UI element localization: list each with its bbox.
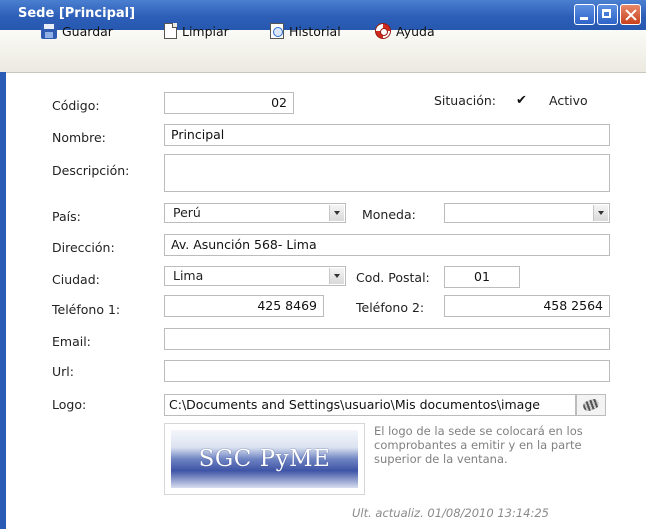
save-icon	[41, 23, 57, 39]
descripcion-label: Descripción:	[52, 163, 130, 178]
pais-label: País:	[52, 209, 81, 224]
ciudad-select[interactable]: Lima	[164, 266, 346, 286]
logo-label: Logo:	[52, 397, 87, 412]
nombre-label: Nombre:	[52, 130, 106, 145]
help-label: Ayuda	[396, 23, 435, 39]
email-label: Email:	[52, 334, 91, 349]
email-input[interactable]	[164, 328, 610, 350]
moneda-select[interactable]	[444, 203, 610, 223]
clear-label: Limpiar	[182, 23, 229, 39]
situacion-label: Situación:	[434, 93, 497, 108]
chevron-down-icon[interactable]	[329, 268, 344, 284]
last-updated: Ult. actualiz. 01/08/2010 13:14:25	[352, 506, 549, 520]
telefono2-input[interactable]: 458 2564	[444, 295, 610, 317]
browse-icon[interactable]	[576, 394, 606, 416]
codigo-input[interactable]: 02	[164, 92, 294, 114]
descripcion-input[interactable]	[164, 154, 610, 192]
window-left-border	[0, 72, 6, 529]
ciudad-label: Ciudad:	[52, 272, 100, 287]
ciudad-value: Lima	[173, 268, 204, 283]
direccion-input[interactable]: Av. Asunción 568- Lima	[164, 234, 610, 256]
pais-select[interactable]: Perú	[164, 203, 346, 223]
history-icon	[270, 23, 284, 39]
logo-text: SGC PyME	[198, 446, 331, 472]
telefono1-label: Teléfono 1:	[52, 302, 121, 317]
logo-image: SGC PyME	[171, 430, 358, 488]
url-label: Url:	[52, 364, 74, 379]
pais-value: Perú	[173, 205, 201, 220]
logo-preview: SGC PyME	[164, 423, 365, 495]
chevron-down-icon[interactable]	[329, 205, 344, 221]
close-button[interactable]	[620, 4, 641, 25]
telefono1-input[interactable]: 425 8469	[164, 295, 324, 317]
save-button[interactable]: Guardar	[41, 22, 113, 40]
minimize-button[interactable]	[574, 4, 595, 25]
help-button[interactable]: Ayuda	[375, 22, 435, 40]
cod-postal-label: Cod. Postal:	[356, 270, 430, 285]
activo-checkbox[interactable]: ✔	[516, 94, 528, 107]
telefono2-label: Teléfono 2:	[356, 300, 425, 315]
url-input[interactable]	[164, 360, 610, 382]
window-title: Sede [Principal]	[18, 6, 136, 21]
direccion-label: Dirección:	[52, 240, 115, 255]
history-button[interactable]: Historial	[270, 22, 341, 40]
history-label: Historial	[289, 23, 341, 39]
cod-postal-input[interactable]: 01	[444, 266, 520, 288]
chevron-down-icon[interactable]	[593, 205, 608, 221]
logo-path-input[interactable]: C:\Documents and Settings\usuario\Mis do…	[164, 394, 576, 416]
nombre-input[interactable]: Principal	[164, 124, 610, 146]
sede-window: Sede [Principal] Guardar Limpiar Histori…	[0, 0, 646, 529]
blank-page-icon	[164, 23, 177, 39]
maximize-button[interactable]	[597, 4, 618, 25]
lifebuoy-icon	[375, 23, 391, 39]
toolbar: Guardar Limpiar Historial Ayuda	[0, 23, 646, 73]
moneda-label: Moneda:	[362, 207, 416, 222]
logo-hint: El logo de la sede se colocará en los co…	[374, 424, 583, 466]
activo-label: Activo	[549, 93, 588, 108]
clear-button[interactable]: Limpiar	[164, 22, 229, 40]
save-label: Guardar	[62, 23, 113, 39]
codigo-label: Código:	[52, 98, 100, 113]
